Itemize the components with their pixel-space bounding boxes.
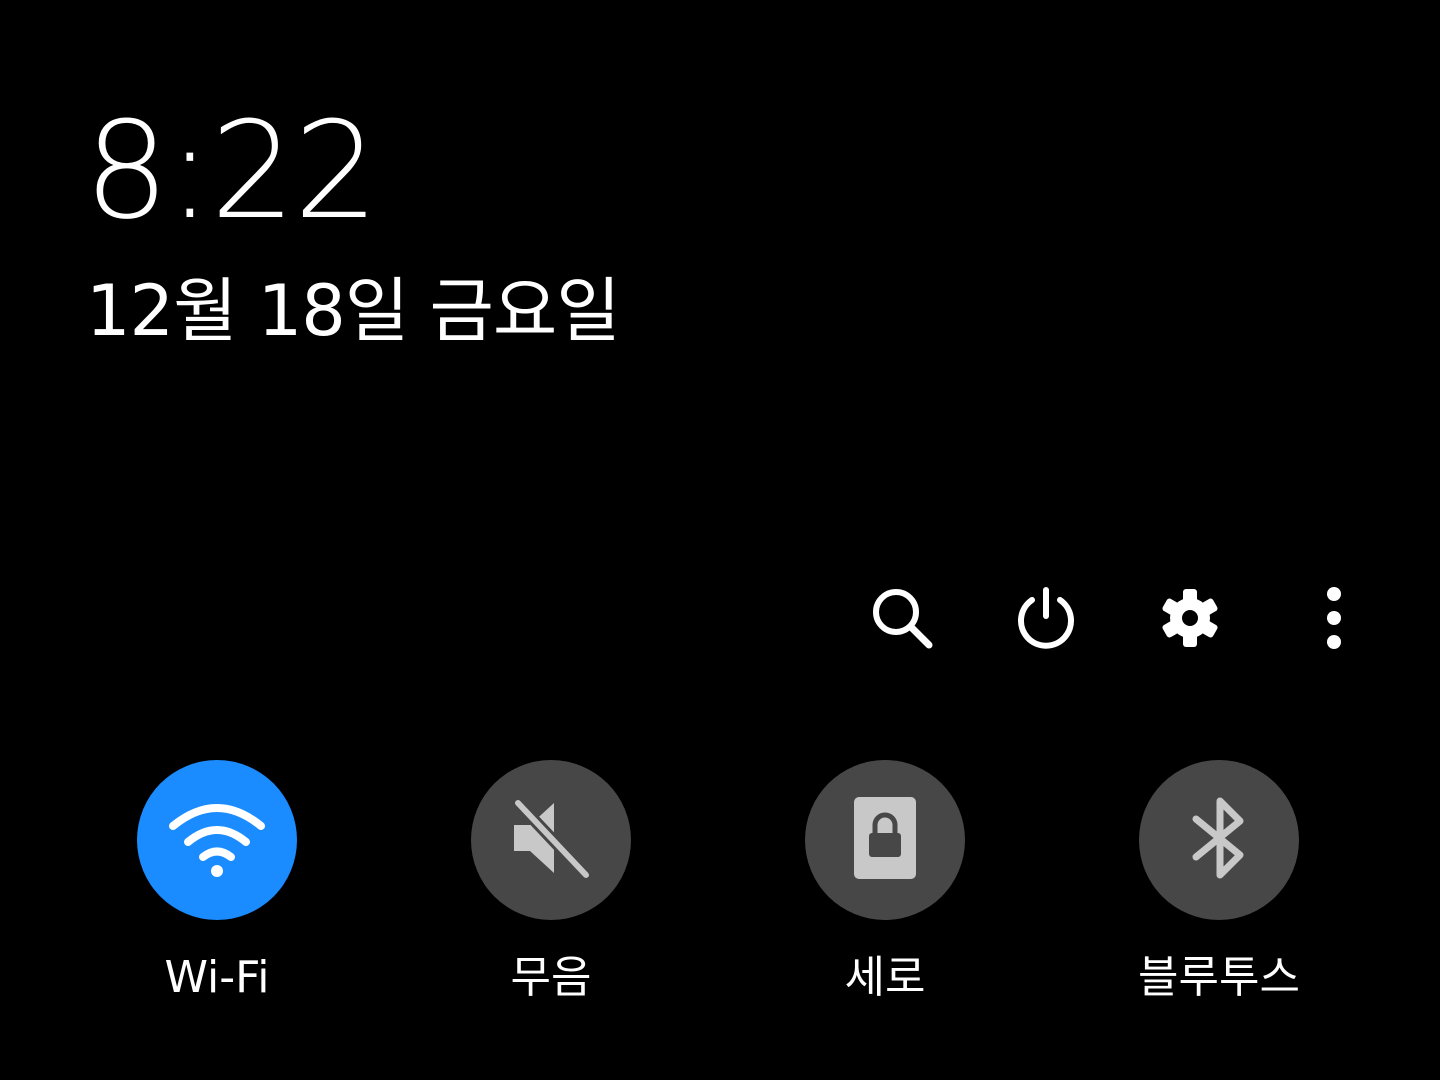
mute-icon (506, 793, 596, 887)
portrait-lock-icon (850, 793, 920, 887)
search-icon (868, 584, 936, 652)
bluetooth-icon (1184, 793, 1254, 887)
tile-portrait[interactable]: 세로 (765, 760, 1005, 1020)
tile-mute-label: 무음 (510, 952, 592, 1003)
wifi-icon (167, 798, 267, 882)
more-vertical-icon (1319, 584, 1349, 652)
tile-bluetooth-toggle[interactable] (1139, 760, 1299, 920)
settings-button[interactable] (1152, 580, 1228, 656)
power-button[interactable] (1008, 580, 1084, 656)
tile-wifi-toggle[interactable] (137, 760, 297, 920)
tile-mute[interactable]: 무음 (431, 760, 671, 1020)
power-icon (1012, 584, 1080, 652)
clock-time: 8:22 (84, 93, 379, 249)
tile-bluetooth-label: 블루투스 (1138, 952, 1300, 1003)
more-options-button[interactable] (1296, 580, 1372, 656)
gear-icon (1158, 586, 1222, 650)
tile-bluetooth[interactable]: 블루투스 (1099, 760, 1339, 1020)
tile-mute-toggle[interactable] (471, 760, 631, 920)
tile-portrait-label: 세로 (844, 952, 926, 1003)
clock-date: 12월 18일 금요일 (86, 270, 621, 352)
search-button[interactable] (864, 580, 940, 656)
tile-wifi[interactable]: Wi-Fi (97, 760, 337, 1020)
tile-portrait-toggle[interactable] (805, 760, 965, 920)
tile-wifi-label: Wi-Fi (164, 952, 270, 1003)
